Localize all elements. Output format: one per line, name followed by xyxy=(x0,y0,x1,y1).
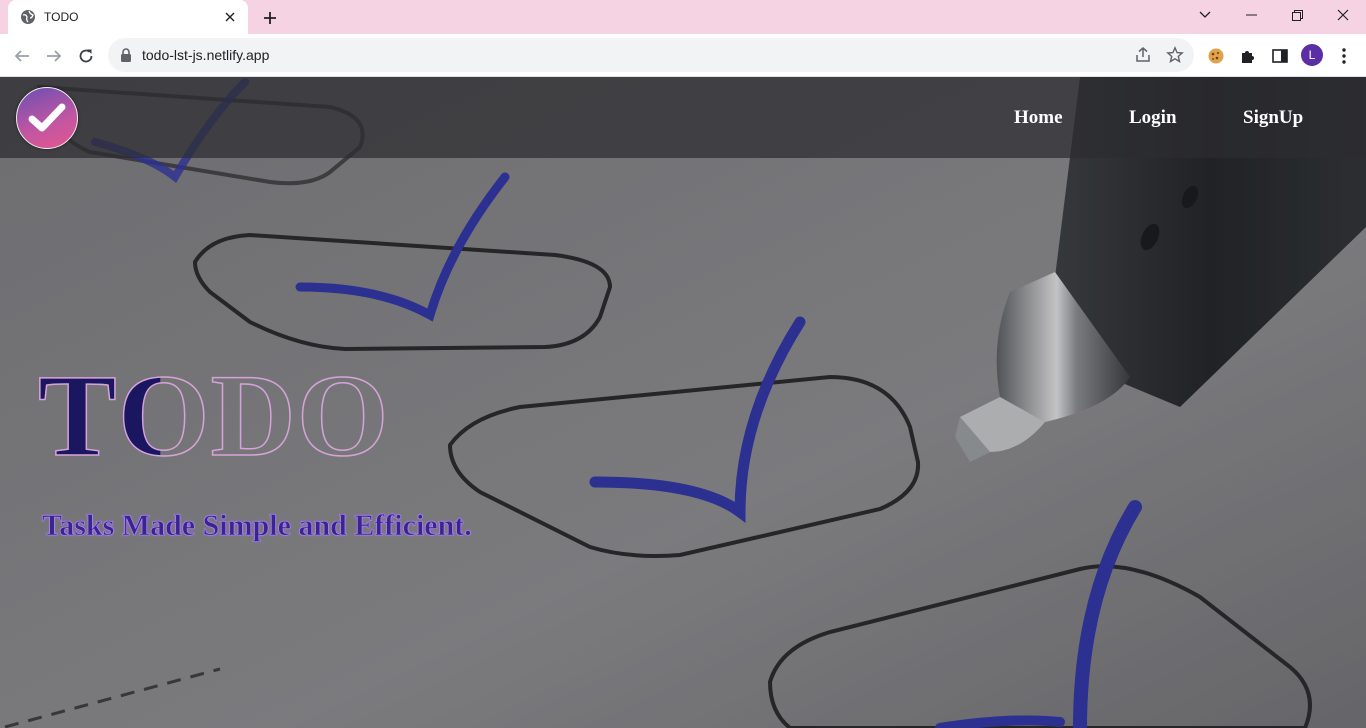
tab-strip: TODO xyxy=(0,0,1366,34)
share-icon[interactable] xyxy=(1134,46,1152,64)
minimize-icon[interactable] xyxy=(1228,0,1274,30)
nav-login-link[interactable]: Login xyxy=(1129,107,1177,129)
window-close-icon[interactable] xyxy=(1320,0,1366,30)
cookie-icon[interactable] xyxy=(1206,46,1226,66)
hero-title-letter: T xyxy=(37,350,118,481)
hero-title-letter: O xyxy=(117,350,211,481)
url-text[interactable]: todo-lst-js.netlify.app xyxy=(142,47,269,63)
back-icon[interactable] xyxy=(8,42,36,70)
kebab-menu-icon[interactable] xyxy=(1336,46,1352,66)
forward-icon[interactable] xyxy=(40,42,68,70)
lock-icon[interactable] xyxy=(120,48,132,62)
hero-title-letter: DO xyxy=(210,350,390,481)
nav-home-link[interactable]: Home xyxy=(1014,107,1063,129)
puzzle-icon[interactable] xyxy=(1238,46,1258,66)
side-panel-icon[interactable] xyxy=(1270,46,1290,66)
web-page: Home Login SignUp TODO Tasks Made Simple… xyxy=(0,77,1366,728)
reload-icon[interactable] xyxy=(72,42,100,70)
site-navbar: Home Login SignUp xyxy=(0,77,1366,158)
plus-icon[interactable] xyxy=(258,6,282,30)
nav-signup-link[interactable]: SignUp xyxy=(1243,107,1303,129)
tab-title: TODO xyxy=(44,10,79,24)
browser-toolbar: todo-lst-js.netlify.app L xyxy=(0,34,1366,77)
hero-title: TODO xyxy=(37,350,390,481)
star-icon[interactable] xyxy=(1166,46,1184,64)
site-logo[interactable] xyxy=(16,87,78,149)
tab-search-chevron-icon[interactable] xyxy=(1182,0,1228,30)
hero-tagline: Tasks Made Simple and Efficient. xyxy=(42,509,472,543)
globe-icon xyxy=(20,9,36,25)
restore-icon[interactable] xyxy=(1274,0,1320,30)
checkmark-icon xyxy=(28,103,66,132)
browser-tab[interactable]: TODO xyxy=(8,0,248,34)
address-bar[interactable]: todo-lst-js.netlify.app xyxy=(108,38,1194,72)
close-icon[interactable] xyxy=(222,9,238,25)
avatar[interactable]: L xyxy=(1301,44,1323,66)
